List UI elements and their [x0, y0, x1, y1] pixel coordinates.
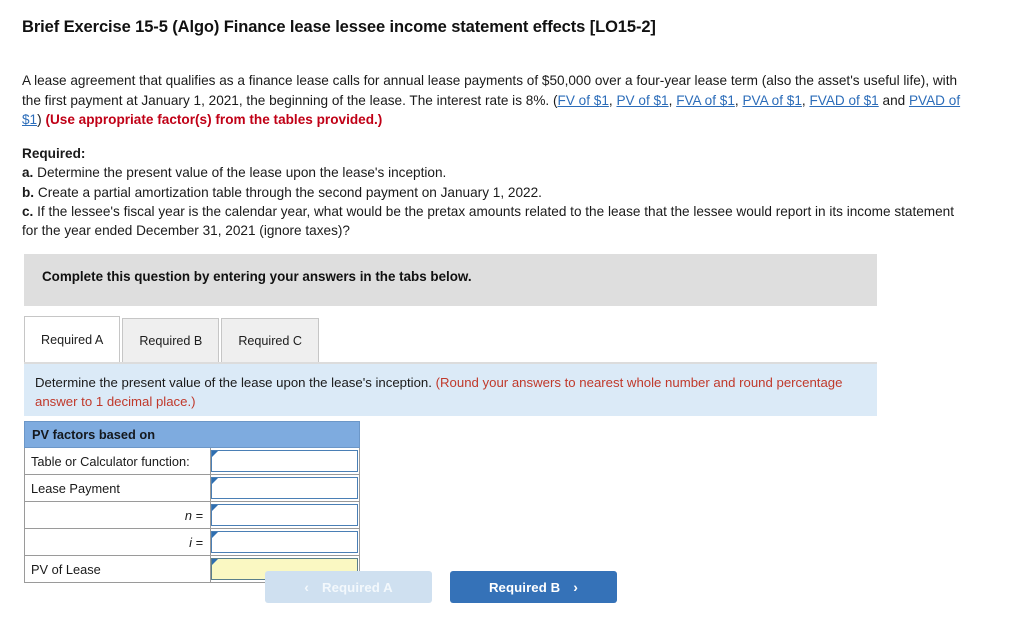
lease-payment-input[interactable]	[211, 477, 358, 499]
previous-button-label: Required A	[321, 579, 393, 595]
required-item-c-marker: c.	[22, 203, 34, 219]
tab-required-b-label: Required B	[139, 333, 203, 348]
navigation-buttons: ‹ Required A Required B ›	[265, 571, 617, 603]
complete-question-banner: Complete this question by entering your …	[24, 254, 877, 306]
input-cell-lease-payment[interactable]	[210, 474, 360, 502]
tab-required-a[interactable]: Required A	[24, 316, 121, 362]
requirement-tabs: Required A Required B Required C	[24, 316, 320, 362]
required-section: Required: a. Determine the present value…	[22, 144, 967, 240]
table-row: Table or Calculator function:	[24, 447, 360, 475]
row-label-n: n =	[24, 501, 211, 529]
tab-required-c[interactable]: Required C	[221, 318, 320, 362]
chevron-left-icon: ‹	[304, 579, 309, 595]
instruction-text: Determine the present value of the lease…	[35, 374, 845, 411]
required-item-a-text: Determine the present value of the lease…	[33, 165, 447, 181]
input-cell-table-or-calculator-function[interactable]	[210, 447, 360, 475]
instruction-panel: Determine the present value of the lease…	[24, 364, 877, 416]
use-factors-emphasis: (Use appropriate factor(s) from the tabl…	[45, 112, 383, 127]
link-pva-of-1[interactable]: PVA of $1	[742, 93, 801, 108]
exercise-page: Brief Exercise 15-5 (Algo) Finance lease…	[0, 0, 1024, 624]
link-fva-of-1[interactable]: FVA of $1	[676, 93, 735, 108]
problem-statement: A lease agreement that qualifies as a fi…	[22, 71, 962, 130]
required-item-b: b. Create a partial amortization table t…	[22, 183, 967, 202]
i-input[interactable]	[211, 531, 358, 553]
table-row: Lease Payment	[24, 474, 360, 502]
previous-required-a-button[interactable]: ‹ Required A	[265, 571, 432, 603]
tab-required-c-label: Required C	[238, 333, 303, 348]
required-item-c: c. If the lessee's fiscal year is the ca…	[22, 202, 967, 241]
n-input[interactable]	[211, 504, 358, 526]
row-label-i: i =	[24, 528, 211, 556]
input-cell-n[interactable]	[210, 501, 360, 529]
pv-factors-table: PV factors based on Table or Calculator …	[24, 421, 360, 583]
link-fv-of-1[interactable]: FV of $1	[558, 93, 609, 108]
row-label-table-or-calculator-function: Table or Calculator function:	[24, 447, 211, 475]
required-item-b-text: Create a partial amortization table thro…	[34, 184, 542, 200]
page-title: Brief Exercise 15-5 (Algo) Finance lease…	[22, 18, 656, 36]
tab-required-b[interactable]: Required B	[122, 318, 220, 362]
required-item-a: a. Determine the present value of the le…	[22, 163, 967, 182]
row-label-pv-of-lease: PV of Lease	[24, 555, 211, 583]
next-button-label: Required B	[488, 579, 561, 595]
link-pv-of-1[interactable]: PV of $1	[616, 93, 668, 108]
next-required-b-button[interactable]: Required B ›	[450, 571, 617, 603]
required-item-a-marker: a.	[22, 165, 34, 181]
table-row: n =	[24, 501, 360, 529]
tab-required-a-label: Required A	[41, 332, 104, 347]
complete-question-banner-text: Complete this question by entering your …	[42, 269, 472, 284]
instruction-main: Determine the present value of the lease…	[35, 375, 436, 390]
chevron-right-icon: ›	[573, 579, 579, 595]
row-label-lease-payment: Lease Payment	[24, 474, 211, 502]
table-header-cell: PV factors based on	[24, 421, 360, 448]
and-word: and	[878, 92, 909, 108]
link-fvad-of-1[interactable]: FVAD of $1	[809, 93, 878, 108]
table-header-row: PV factors based on	[24, 421, 360, 448]
input-cell-i[interactable]	[210, 528, 360, 556]
table-row: i =	[24, 528, 360, 556]
required-heading: Required:	[22, 146, 86, 161]
required-item-c-text: If the lessee's fiscal year is the calen…	[22, 203, 955, 239]
table-or-calculator-function-input[interactable]	[211, 450, 358, 472]
required-item-b-marker: b.	[22, 184, 35, 200]
